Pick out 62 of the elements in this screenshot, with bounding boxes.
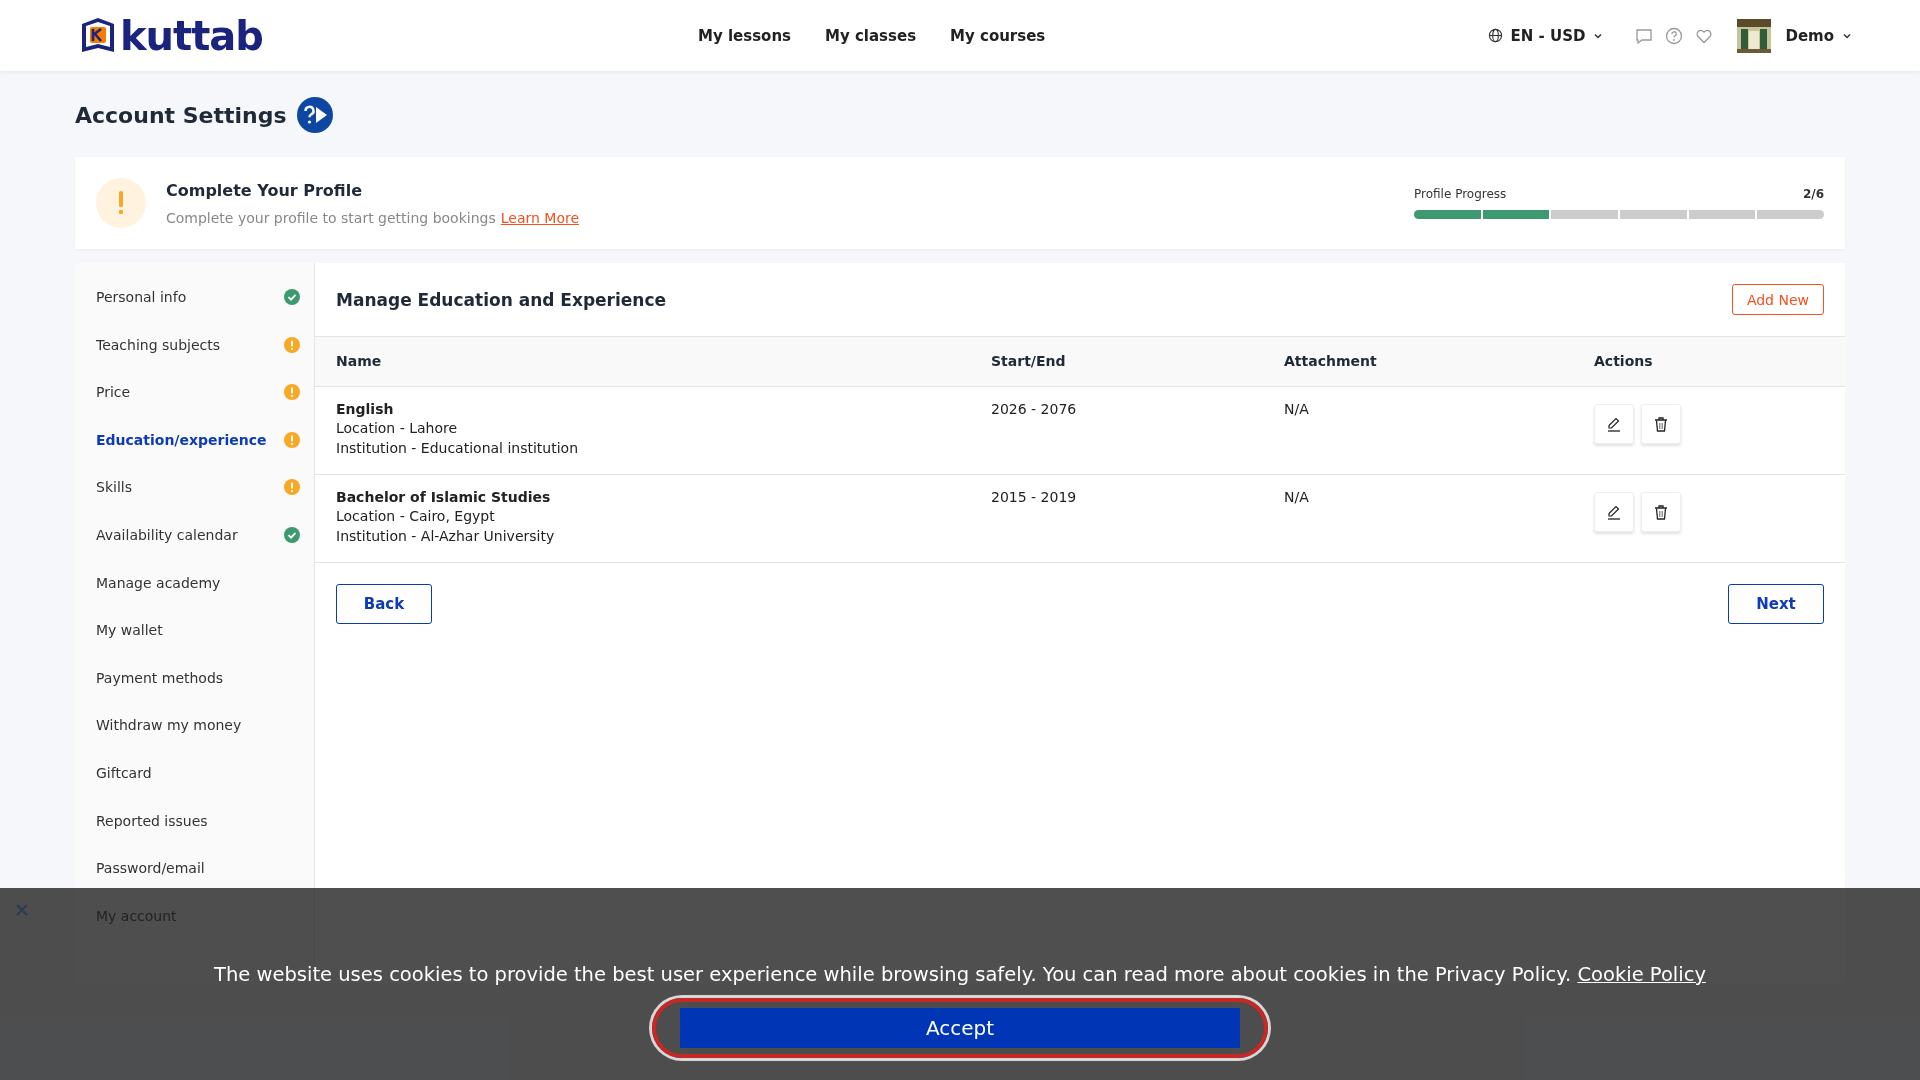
edit-button[interactable] [1594, 491, 1634, 532]
page-title: Account Settings [75, 102, 287, 128]
nav-link[interactable]: My lessons [698, 26, 791, 45]
table-cell: N/A [1284, 400, 1309, 417]
sidebar-item[interactable]: Password/email [75, 848, 314, 889]
trash-icon [1652, 502, 1670, 521]
sidebar-item[interactable]: Availability calendar [75, 514, 314, 555]
check-circle-icon [284, 526, 300, 543]
nav-link[interactable]: My courses [950, 26, 1046, 45]
cookie-message: The website uses cookies to provide the best user experience while browsing safely. You can read more about cookies in the Privacy Policy. Cookie Policy [214, 963, 1706, 986]
trash-icon [1652, 414, 1670, 433]
warning-icon [284, 479, 300, 496]
warning-icon [284, 431, 300, 448]
sidebar-item[interactable]: Price [75, 372, 314, 413]
table-cell-text: Location - Cairo, Egypt [336, 507, 496, 526]
warning-icon [96, 178, 146, 228]
globe-icon [1487, 28, 1503, 43]
card-title: Complete Your Profile [166, 180, 364, 200]
table-cell: 2015 - 2019 [991, 488, 1077, 505]
check-circle-icon [284, 289, 300, 305]
learn-more-link[interactable]: Learn More [500, 209, 580, 226]
logo[interactable]: kuttab [120, 15, 263, 56]
sidebar-item[interactable]: Teaching subjects [75, 324, 314, 365]
next-button[interactable]: Next [1728, 583, 1824, 624]
delete-button[interactable] [1641, 403, 1681, 444]
add-new-button[interactable]: Add New [1731, 284, 1824, 315]
column-header: Name [315, 337, 970, 386]
table-cell: 2026 - 2076 [991, 400, 1077, 417]
sidebar-item[interactable]: My wallet [75, 610, 314, 651]
back-button[interactable]: Back [336, 583, 432, 624]
column-header: Start/End [970, 337, 1263, 386]
edit-button[interactable] [1594, 403, 1634, 444]
sidebar-item[interactable]: Skills [75, 467, 314, 508]
progress-count: 2/6 [1802, 187, 1824, 201]
card-description: Complete your profile to start getting bookings [166, 209, 496, 226]
accept-button[interactable]: Accept [680, 1008, 1240, 1048]
sidebar-item[interactable]: Personal info [75, 277, 314, 317]
sidebar-item[interactable]: Education/experience [75, 419, 314, 460]
sidebar-item[interactable]: Reported issues [75, 800, 314, 841]
table-cell: N/A [1284, 488, 1309, 505]
sidebar-item[interactable]: Manage academy [75, 562, 314, 603]
table-cell-text: English [336, 399, 395, 419]
column-header: Attachment [1263, 337, 1573, 386]
sidebar-item[interactable]: Payment methods [75, 657, 314, 698]
warning-icon [284, 336, 300, 353]
delete-button[interactable] [1641, 491, 1681, 532]
sidebar-item[interactable]: Withdraw my money [75, 705, 314, 746]
table-cell-text: Institution - Educational institution [336, 438, 580, 458]
cookie-policy-link[interactable]: Cookie Policy [1577, 963, 1706, 986]
column-header: Actions [1573, 337, 1845, 386]
section-title: Manage Education and Experience [336, 289, 667, 310]
nav-link[interactable]: My classes [825, 26, 917, 45]
progress-label: Profile Progress [1414, 187, 1507, 201]
table-cell-text: Location - Lahore [336, 419, 459, 438]
language-currency-selector[interactable]: EN - USD [1487, 26, 1604, 45]
sidebar-item[interactable]: Giftcard [75, 752, 314, 793]
user-menu[interactable]: Demo [1737, 18, 1852, 53]
table-cell-text: Institution - Al-Azhar University [336, 526, 556, 546]
help-video-icon[interactable] [296, 97, 333, 133]
help-icon[interactable] [1665, 26, 1684, 45]
warning-icon [284, 384, 300, 401]
table-cell-text: Bachelor of Islamic Studies [336, 487, 552, 507]
